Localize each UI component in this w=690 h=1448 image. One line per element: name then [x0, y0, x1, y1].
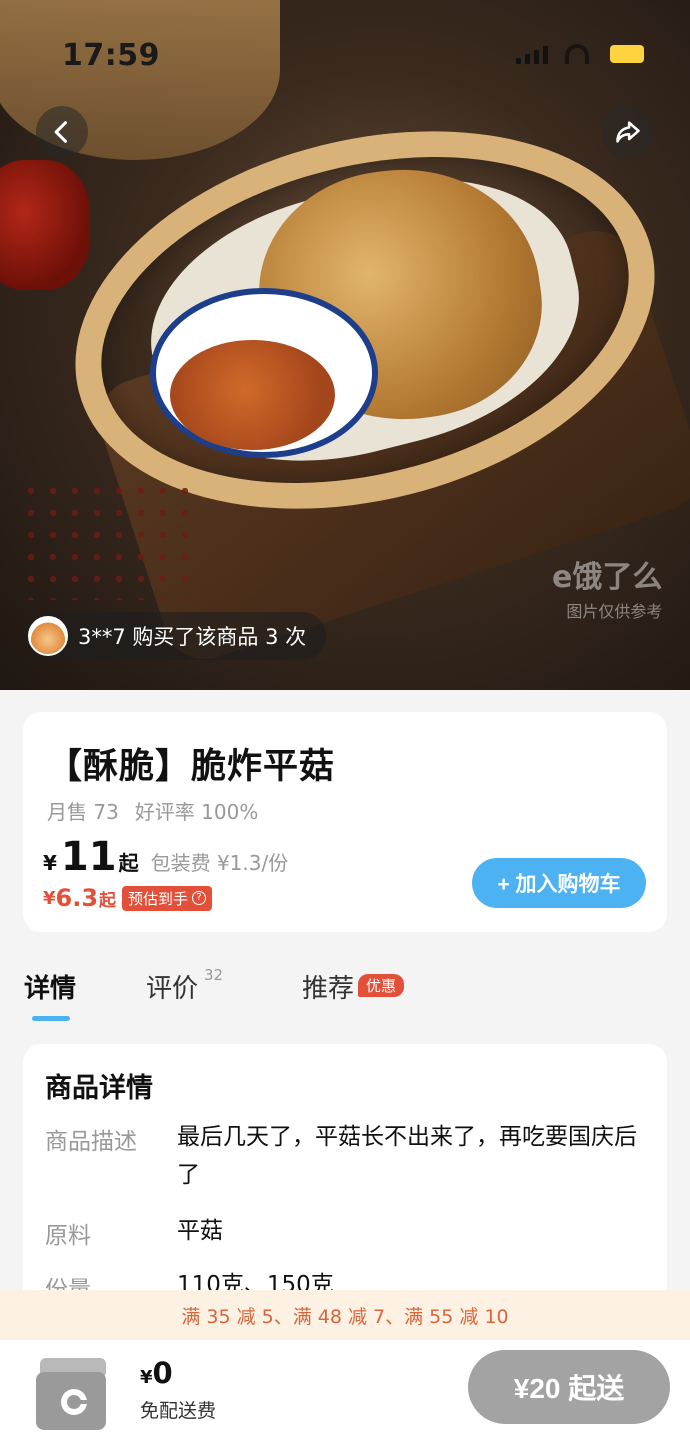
buyer-notice-text: 3**7 购买了该商品 3 次 — [78, 625, 307, 649]
price-symbol: ¥ — [43, 851, 57, 875]
delivery-fee: 免配送费 — [140, 1400, 217, 1422]
cart-total-value: 0 — [152, 1356, 173, 1390]
details-heading: 商品详情 — [45, 1073, 153, 1104]
rating: 好评率 100% — [134, 800, 259, 824]
detail-value-description: 最后几天了，平菇长不出来了，再吃要国庆后了 — [177, 1124, 637, 1188]
estimated-price-row[interactable]: ¥ 6.3 起 预估到手 ? — [43, 884, 213, 912]
packaging-fee: 包装费 ¥1.3/份 — [150, 851, 289, 875]
est-price-badge[interactable]: 预估到手 ? — [122, 885, 213, 911]
share-button[interactable] — [602, 106, 654, 158]
est-price-value: 6.3 — [55, 884, 99, 912]
cart-total-symbol: ¥ — [140, 1367, 153, 1388]
detail-tabs: 详情 评价 32 推荐 优惠 — [0, 966, 690, 1028]
cart-total: ¥ 0 — [140, 1356, 173, 1390]
tab-reviews-label: 评价 — [146, 974, 199, 1004]
promo-text: 满 35 减 5、满 48 减 7、满 55 减 10 — [181, 1305, 509, 1328]
wifi-icon — [565, 44, 589, 64]
bottom-cart-bar: ¥ 0 免配送费 ¥20 起送 — [0, 1340, 690, 1448]
chili-shape — [0, 160, 90, 290]
status-time: 17:59 — [62, 38, 160, 73]
est-price-symbol: ¥ — [43, 887, 56, 909]
cart-box-icon[interactable] — [34, 1350, 110, 1434]
detail-label-ingredients: 原料 — [45, 1223, 91, 1249]
tab-details[interactable]: 详情 — [24, 968, 76, 1005]
peppercorns-shape — [20, 480, 200, 600]
buyer-avatar — [28, 616, 68, 656]
promo-bar[interactable]: 满 35 减 5、满 48 减 7、满 55 减 10 — [0, 1290, 690, 1340]
monthly-sales: 月售 73 — [47, 800, 119, 824]
watermark-text: 图片仅供参考 — [566, 602, 663, 621]
review-count: 32 — [204, 966, 224, 984]
spice-powder-shape — [170, 340, 335, 450]
est-badge-label: 预估到手 — [128, 889, 189, 908]
status-bar: 17:59 — [0, 30, 690, 80]
tab-recommend[interactable]: 推荐 优惠 — [302, 968, 405, 1005]
price-value: 11 — [60, 834, 117, 880]
back-button[interactable] — [36, 106, 88, 158]
share-icon — [616, 121, 640, 143]
back-arrow-icon — [54, 121, 68, 143]
add-to-cart-button[interactable]: + 加入购物车 — [472, 858, 646, 908]
buyer-notice: 3**7 购买了该商品 3 次 — [24, 612, 327, 660]
price-suffix: 起 — [118, 851, 139, 875]
discount-badge: 优惠 — [358, 974, 405, 997]
tab-details-label: 详情 — [24, 974, 77, 1004]
signal-icon — [516, 46, 548, 64]
product-title: 【酥脆】脆炸平菇 — [47, 747, 336, 787]
price-row: ¥ 11 起 包装费 ¥1.3/份 — [43, 834, 288, 880]
watermark-logo: e饿了么 — [552, 560, 663, 595]
min-order-button[interactable]: ¥20 起送 — [468, 1350, 670, 1424]
tab-reviews[interactable]: 评价 32 — [146, 966, 224, 1005]
question-icon: ? — [192, 891, 207, 905]
active-tab-indicator — [32, 1016, 70, 1021]
tab-recommend-label: 推荐 — [302, 974, 355, 1004]
product-hero-image[interactable]: e饿了么 图片仅供参考 3**7 购买了该商品 3 次 — [0, 0, 690, 690]
product-stats: 月售 73 好评率 100% — [47, 796, 258, 825]
watermark: e饿了么 图片仅供参考 — [552, 552, 662, 622]
detail-label-description: 商品描述 — [45, 1129, 137, 1155]
est-price-suffix: 起 — [99, 890, 117, 911]
product-info-card: 【酥脆】脆炸平菇 月售 73 好评率 100% ¥ 11 起 包装费 ¥1.3/… — [23, 712, 667, 932]
battery-icon — [610, 45, 644, 63]
detail-value-ingredients: 平菇 — [177, 1218, 223, 1244]
